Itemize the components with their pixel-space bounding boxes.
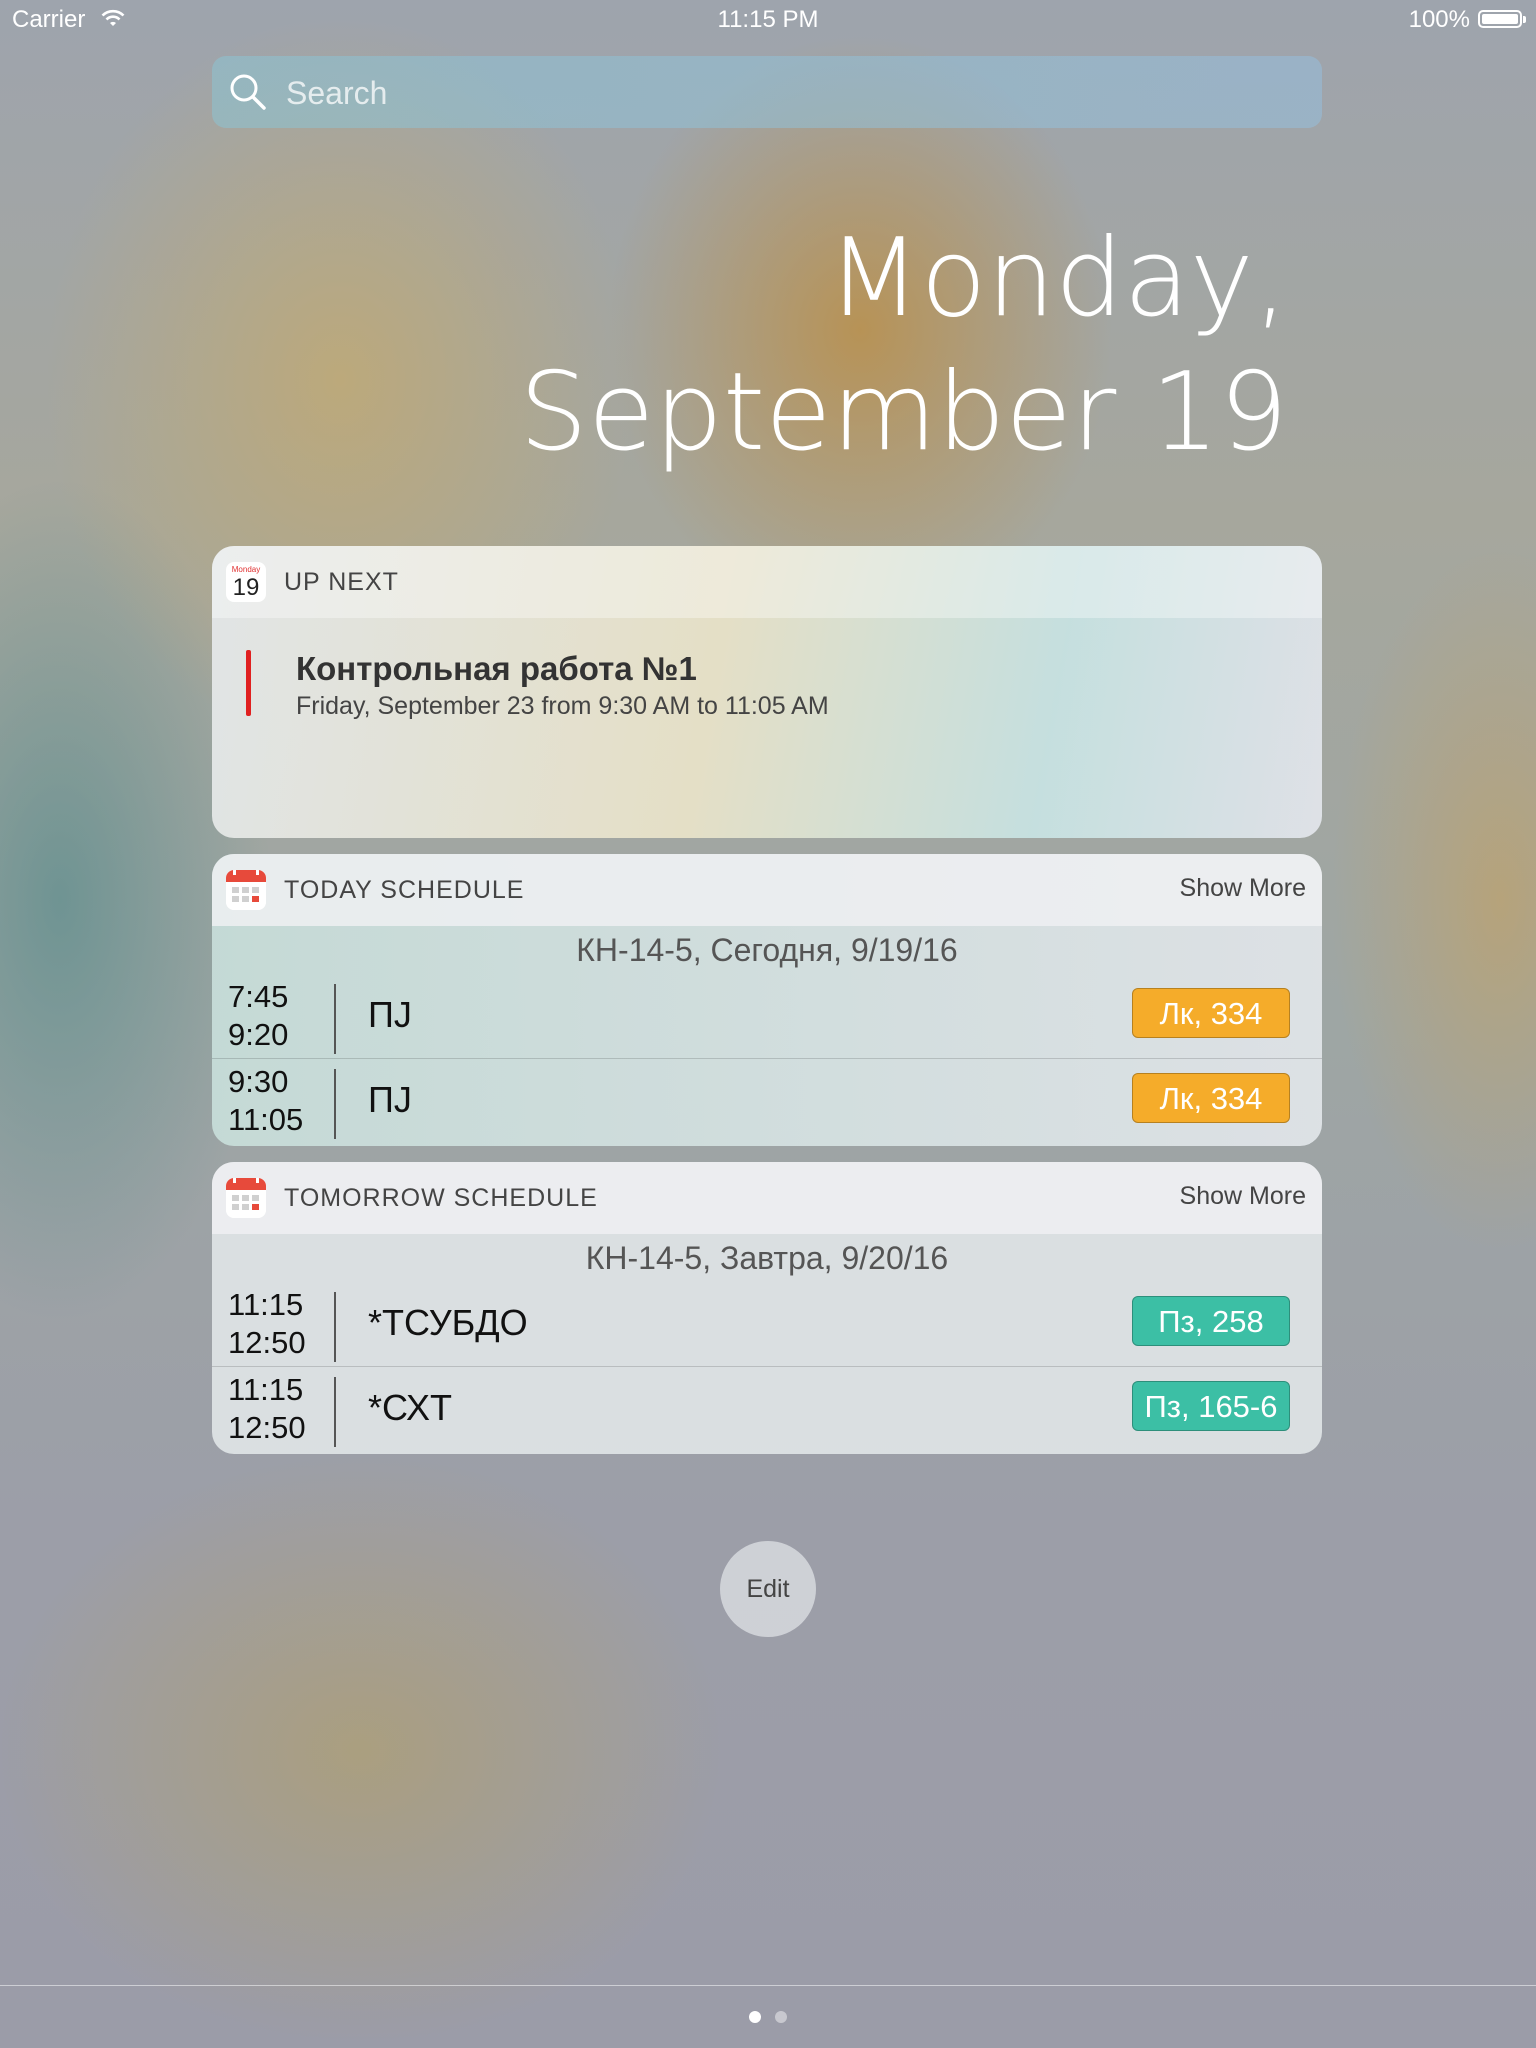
edit-button[interactable]: Edit <box>720 1541 816 1637</box>
schedule-subtitle: КН-14-5, Завтра, 9/20/16 <box>585 1240 949 1276</box>
lesson-start: 11:15 <box>228 1372 304 1407</box>
lesson-times: 7:45 9:20 <box>228 978 288 1054</box>
schedule-row[interactable]: 11:15 12:50 *СХТ Пз, 165-6 <box>212 1366 1322 1451</box>
event-time: Friday, September 23 from 9:30 AM to 11:… <box>296 692 829 720</box>
show-more-button[interactable]: Show More <box>1180 1182 1306 1211</box>
schedule-row[interactable]: 11:15 12:50 *ТСУБДО Пз, 258 <box>212 1282 1322 1366</box>
schedule-app-icon <box>226 1178 266 1218</box>
room-badge: Лк, 334 <box>1132 988 1290 1038</box>
room-badge: Пз, 165-6 <box>1132 1381 1290 1431</box>
up-next-widget[interactable]: Monday 19 UP NEXT Контрольная работа №1 … <box>212 546 1322 838</box>
lesson-times: 9:30 11:05 <box>228 1063 303 1139</box>
search-icon <box>230 74 266 110</box>
lesson-end: 11:05 <box>228 1102 304 1137</box>
widget-title: UP NEXT <box>284 568 399 596</box>
lesson-times: 11:15 12:50 <box>228 1286 306 1362</box>
schedule-row[interactable]: 9:30 11:05 ПJ Лк, 334 <box>212 1058 1322 1143</box>
widget-header[interactable]: Monday 19 UP NEXT <box>212 546 1322 618</box>
divider <box>334 1069 336 1139</box>
widget-title: TODAY SCHEDULE <box>284 876 525 904</box>
battery-percent: 100% <box>1408 6 1470 33</box>
status-time: 11:15 PM <box>717 6 819 33</box>
lesson-end: 9:20 <box>228 1017 289 1052</box>
lesson-start: 11:15 <box>228 1287 304 1322</box>
lesson-times: 11:15 12:50 <box>228 1371 306 1447</box>
lesson-end: 12:50 <box>228 1410 306 1445</box>
status-bar: Carrier 11:15 PM 100% <box>0 0 1536 40</box>
search-bar[interactable] <box>212 56 1322 130</box>
room-badge: Пз, 258 <box>1132 1296 1290 1346</box>
page-indicator[interactable] <box>0 2010 1536 2028</box>
date-header: Monday, September 19 <box>519 212 1288 480</box>
widget-header[interactable]: TODAY SCHEDULE Show More <box>212 854 1322 926</box>
schedule-app-icon <box>226 870 266 910</box>
schedule-row[interactable]: 7:45 9:20 ПJ Лк, 334 <box>212 974 1322 1058</box>
date-day: September 19 <box>519 350 1288 475</box>
calendar-icon-day: 19 <box>232 574 260 601</box>
search-input[interactable] <box>284 56 1288 130</box>
battery-icon <box>1478 10 1526 28</box>
lesson-start: 7:45 <box>228 979 289 1014</box>
widget-header[interactable]: TOMORROW SCHEDULE Show More <box>212 1162 1322 1234</box>
event-title: Контрольная работа №1 <box>296 650 697 687</box>
lesson-subject: *СХТ <box>368 1387 452 1428</box>
widget-title: TOMORROW SCHEDULE <box>284 1184 598 1212</box>
calendar-app-icon: Monday 19 <box>226 562 266 602</box>
room-badge: Лк, 334 <box>1132 1073 1290 1123</box>
tomorrow-schedule-widget[interactable]: TOMORROW SCHEDULE Show More КН-14-5, Зав… <box>212 1162 1322 1454</box>
page-dot[interactable] <box>775 2011 787 2023</box>
page-dot[interactable] <box>749 2011 761 2023</box>
today-schedule-widget[interactable]: TODAY SCHEDULE Show More КН-14-5, Сегодн… <box>212 854 1322 1146</box>
bottom-divider <box>0 1985 1536 1986</box>
lesson-end: 12:50 <box>228 1325 306 1360</box>
schedule-subtitle: КН-14-5, Сегодня, 9/19/16 <box>576 932 958 968</box>
lesson-subject: *ТСУБДО <box>368 1302 528 1343</box>
lesson-start: 9:30 <box>228 1064 289 1099</box>
lesson-subject: ПJ <box>368 994 412 1035</box>
show-more-button[interactable]: Show More <box>1180 874 1306 903</box>
lesson-subject: ПJ <box>368 1079 412 1120</box>
divider <box>334 1377 336 1447</box>
divider <box>334 1292 336 1362</box>
event-color-bar <box>246 650 251 716</box>
divider <box>334 984 336 1054</box>
date-weekday: Monday, <box>827 216 1288 341</box>
